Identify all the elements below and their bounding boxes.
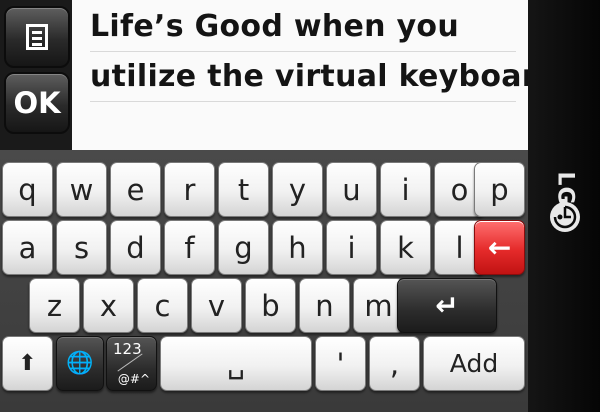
- globe-icon: 🌐: [66, 351, 94, 376]
- backspace-key[interactable]: ←: [474, 220, 525, 275]
- space-bar-icon: ␣: [227, 347, 245, 380]
- key-n[interactable]: n: [299, 278, 350, 333]
- key-i-2[interactable]: i: [326, 220, 377, 275]
- key-k[interactable]: k: [380, 220, 431, 275]
- key-t[interactable]: t: [218, 162, 269, 217]
- key-z[interactable]: z: [29, 278, 80, 333]
- shift-arrow-icon: ⬆: [18, 351, 37, 376]
- enter-arrow-icon: ↵: [435, 289, 459, 322]
- key-y[interactable]: y: [272, 162, 323, 217]
- key-r[interactable]: r: [164, 162, 215, 217]
- key-h[interactable]: h: [272, 220, 323, 275]
- backspace-arrow-icon: ←: [487, 231, 512, 264]
- key-e[interactable]: e: [110, 162, 161, 217]
- symbols-mode-key[interactable]: 123 @#^: [106, 336, 157, 391]
- language-key[interactable]: 🌐: [56, 336, 104, 391]
- mode-symbols-label: @#^: [117, 372, 150, 386]
- virtual-keyboard: q w e r t y u i o p a s d f g h i k l ← …: [0, 150, 528, 412]
- key-comma[interactable]: ,: [369, 336, 420, 391]
- lg-logo-icon: [550, 202, 580, 232]
- key-s[interactable]: s: [56, 220, 107, 275]
- text-input-area[interactable]: Life’s Good when you utilize the virtual…: [72, 0, 528, 150]
- key-p[interactable]: p: [474, 162, 525, 217]
- key-c[interactable]: c: [137, 278, 188, 333]
- document-list-icon: [26, 24, 48, 50]
- menu-button[interactable]: [4, 6, 70, 68]
- key-b[interactable]: b: [245, 278, 296, 333]
- key-apostrophe[interactable]: ': [315, 336, 366, 391]
- key-v[interactable]: v: [191, 278, 242, 333]
- key-u[interactable]: u: [326, 162, 377, 217]
- shift-key[interactable]: ⬆: [2, 336, 53, 391]
- key-x[interactable]: x: [83, 278, 134, 333]
- key-f[interactable]: f: [164, 220, 215, 275]
- add-button[interactable]: Add: [423, 336, 525, 391]
- ok-button[interactable]: OK: [4, 72, 70, 134]
- key-a[interactable]: a: [2, 220, 53, 275]
- key-q[interactable]: q: [2, 162, 53, 217]
- key-g[interactable]: g: [218, 220, 269, 275]
- space-key[interactable]: ␣: [160, 336, 312, 391]
- key-i[interactable]: i: [380, 162, 431, 217]
- text-line-2: utilize the virtual keyboard: [90, 53, 528, 102]
- text-line-1: Life’s Good when you: [90, 3, 516, 52]
- enter-key[interactable]: ↵: [397, 278, 497, 333]
- key-d[interactable]: d: [110, 220, 161, 275]
- key-w[interactable]: w: [56, 162, 107, 217]
- phone-screen: OK Life’s Good when you utilize the virt…: [0, 0, 528, 412]
